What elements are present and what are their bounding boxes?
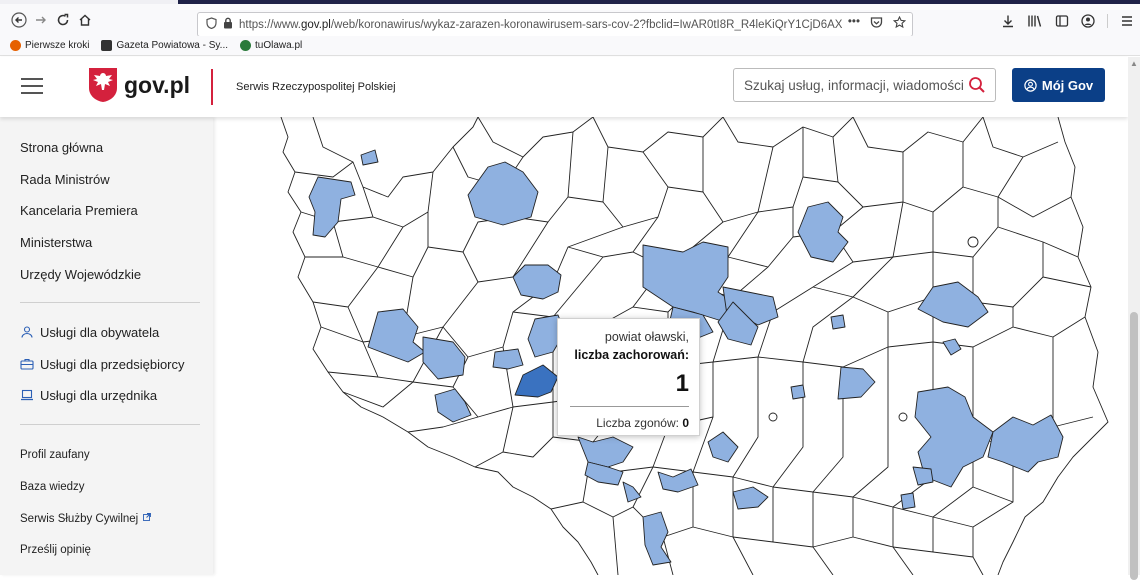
sidebar-item-uslugi-obywatela[interactable]: Usługi dla obywatela: [20, 325, 159, 340]
bookmark-label: tuOlawa.pl: [255, 40, 303, 51]
firefox-icon: [10, 40, 21, 51]
site-tagline: Serwis Rzeczypospolitej Polskiej: [236, 81, 396, 93]
pocket-icon[interactable]: [870, 16, 883, 32]
page-actions-icon[interactable]: •••: [848, 16, 860, 32]
tooltip-deaths-label: Liczba zgonów:: [596, 416, 679, 430]
search-input[interactable]: Szukaj usług, informacji, wiadomości: [733, 68, 996, 102]
sidebar-item-label: Usługi dla przedsiębiorcy: [40, 357, 185, 372]
bookmark-label: Pierwsze kroki: [25, 40, 90, 51]
infected-county[interactable]: [707, 431, 739, 463]
sidebar-item-uslugi-urzednika[interactable]: Usługi dla urzędnika: [20, 388, 157, 403]
bookmark-pierwsze-kroki[interactable]: Pierwsze kroki: [10, 40, 89, 51]
tooltip-cases-label: liczba zachorowań:: [574, 348, 689, 362]
bookmark-gazeta-powiatowa[interactable]: Gazeta Powiatowa - Sy...: [101, 40, 228, 51]
sidebar-item-label: Usługi dla obywatela: [40, 325, 160, 340]
tooltip-deaths: Liczba zgonów: 0: [568, 415, 689, 431]
sidebar-item-baza-wiedzy[interactable]: Baza wiedzy: [20, 481, 85, 493]
infected-county[interactable]: [308, 176, 356, 238]
hamburger-menu-icon[interactable]: [21, 78, 43, 99]
person-icon: [21, 326, 33, 338]
logo-text: gov.pl: [124, 71, 191, 98]
browser-toolbar: https://www.gov.pl/web/koronawirus/wykaz…: [0, 4, 1140, 37]
sidebar-item-rada-ministrow[interactable]: Rada Ministrów: [20, 172, 110, 187]
selected-county-olawski[interactable]: [514, 364, 559, 398]
site-logo-icon: [240, 40, 251, 51]
address-bar[interactable]: https://www.gov.pl/web/koronawirus/wykaz…: [197, 12, 913, 37]
star-icon[interactable]: [892, 15, 907, 32]
moj-gov-button[interactable]: Mój Gov: [1012, 68, 1105, 102]
sidebar-item-kancelaria-premiera[interactable]: Kancelaria Premiera: [20, 203, 138, 218]
infected-county[interactable]: [367, 308, 426, 363]
scrollbar-thumb[interactable]: [1130, 312, 1138, 580]
tooltip-region-name: powiat oławski,: [604, 330, 689, 344]
newspaper-icon: [101, 40, 113, 51]
shield-icon[interactable]: [206, 17, 217, 32]
site-header: gov.pl Serwis Rzeczypospolitej Polskiej …: [0, 57, 1128, 117]
infected-county[interactable]: [797, 201, 849, 263]
home-icon[interactable]: [74, 9, 96, 31]
lock-icon[interactable]: [223, 17, 233, 32]
reload-icon[interactable]: [52, 9, 74, 31]
laptop-icon: [21, 389, 33, 401]
sidebar-item-uslugi-przedsiebiorcy[interactable]: Usługi dla przedsiębiorcy: [20, 357, 185, 372]
sidebar-divider: [20, 302, 200, 303]
infected-county[interactable]: [360, 149, 379, 166]
sidebar-item-ministerstwa[interactable]: Ministerstwa: [20, 235, 92, 250]
infected-county[interactable]: [900, 492, 916, 510]
forward-icon[interactable]: [30, 9, 52, 31]
toolbar-separator: [1107, 14, 1108, 28]
eagle-emblem-icon: [89, 68, 117, 102]
region-tooltip: powiat oławski, liczba zachorowań: 1 Lic…: [557, 318, 700, 436]
sidebar-item-profil-zaufany[interactable]: Profil zaufany: [20, 449, 90, 461]
infected-county[interactable]: [912, 466, 934, 486]
search-icon[interactable]: [968, 76, 986, 97]
library-icon[interactable]: [1027, 14, 1043, 33]
page-scrollbar[interactable]: ▲: [1128, 57, 1140, 580]
bookmark-tuolawa[interactable]: tuOlawa.pl: [240, 40, 302, 51]
sidebar-toggle-icon[interactable]: [1055, 14, 1069, 33]
sidebar-item-label: Usługi dla urzędnika: [40, 388, 158, 403]
account-icon[interactable]: [1081, 14, 1095, 33]
sidebar-item-przeslij-opinie[interactable]: Prześlij opinię: [20, 544, 91, 556]
tooltip-deaths-value: 0: [682, 416, 689, 430]
sidebar-divider: [20, 424, 200, 425]
download-icon[interactable]: [1001, 14, 1015, 33]
bookmark-label: Gazeta Powiatowa - Sy...: [116, 40, 228, 51]
infected-county[interactable]: [987, 414, 1064, 473]
tooltip-divider: [570, 406, 689, 407]
url-text[interactable]: https://www.gov.pl/web/koronawirus/wykaz…: [239, 19, 842, 31]
moj-gov-label: Mój Gov: [1041, 77, 1094, 93]
sidebar-item-urzedy-wojewodzkie[interactable]: Urzędy Wojewódzkie: [20, 267, 141, 282]
sidebar-item-label: Serwis Służby Cywilnej: [20, 513, 139, 525]
infected-county[interactable]: [642, 511, 672, 566]
infected-county[interactable]: [577, 436, 634, 468]
scroll-up-icon[interactable]: ▲: [1130, 59, 1138, 68]
search-placeholder: Szukaj usług, informacji, wiadomości: [744, 77, 964, 93]
gov-logo[interactable]: gov.pl: [88, 67, 190, 103]
briefcase-icon: [20, 358, 34, 370]
sidebar: Strona główna Rada Ministrów Kancelaria …: [0, 117, 213, 575]
infected-county[interactable]: [657, 468, 699, 493]
header-divider: [211, 69, 213, 105]
infected-county[interactable]: [732, 486, 769, 510]
sidebar-item-serwis-sluzby-cywilnej[interactable]: Serwis Służby Cywilnej: [20, 513, 152, 525]
infected-county[interactable]: [422, 336, 466, 380]
infected-county[interactable]: [467, 161, 539, 226]
infected-county[interactable]: [837, 366, 876, 400]
bookmarks-bar: Pierwsze kroki Gazeta Powiatowa - Sy... …: [0, 36, 1140, 56]
sidebar-item-strona-glowna[interactable]: Strona główna: [20, 140, 103, 155]
infected-county[interactable]: [512, 264, 562, 300]
infected-county[interactable]: [622, 481, 642, 503]
infected-county[interactable]: [492, 348, 524, 370]
infected-county[interactable]: [434, 388, 472, 423]
infected-county[interactable]: [830, 314, 846, 330]
external-link-icon: [143, 513, 152, 521]
infected-county[interactable]: [790, 384, 806, 400]
infected-county[interactable]: [917, 281, 989, 328]
infected-county[interactable]: [942, 338, 962, 356]
tooltip-cases-value: 1: [675, 370, 689, 397]
user-icon: [1024, 78, 1037, 92]
back-icon[interactable]: [8, 9, 30, 31]
menu-icon[interactable]: [1120, 14, 1134, 33]
